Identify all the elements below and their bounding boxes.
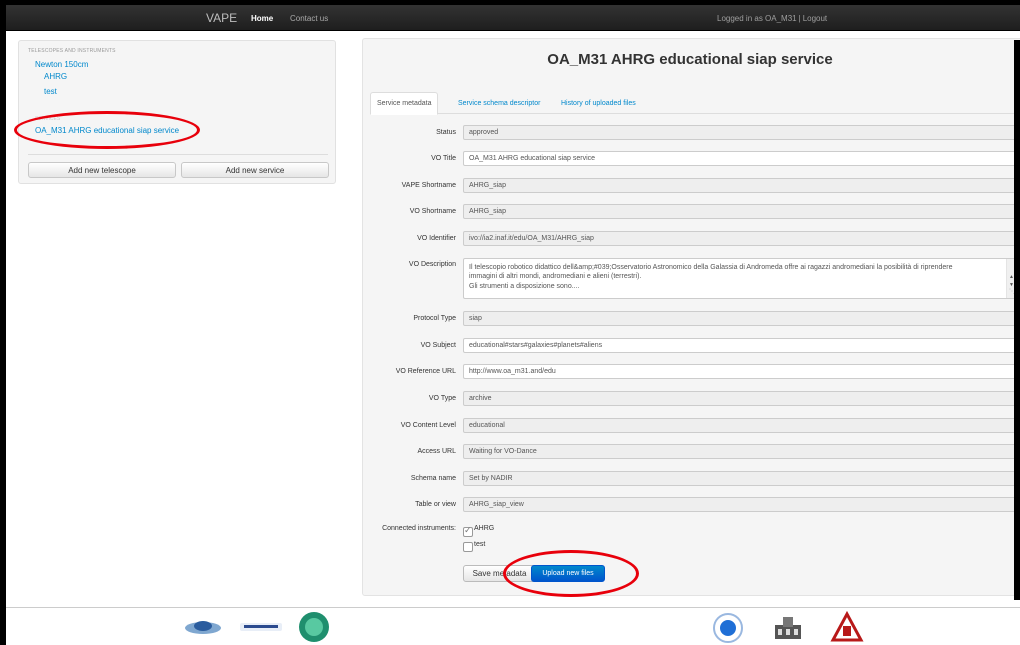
nav-contact[interactable]: Contact us [290,14,328,23]
field-label: VO Content Level [400,422,456,429]
field-label: VO Title [431,155,456,162]
field-label: Access URL [417,448,456,455]
sidebar-header-services: SERVICES [35,116,61,122]
field-label: Status [436,129,456,136]
instrument-checkbox-ahrg[interactable] [463,525,473,537]
window-frame-left [0,0,6,645]
sidebar-header-telescopes: TELESCOPES AND INSTRUMENTS [28,48,116,54]
instrument-label: AHRG [474,525,495,532]
obs-logo-icon [299,612,329,642]
brand-logo[interactable]: VAPE [206,11,237,25]
status-field: approved [463,125,1017,140]
vo-identifier-field: ivo://ia2.inaf.it/edu/OA_M31/AHRG_siap [463,231,1017,246]
instrument-checkbox-test[interactable] [463,542,473,552]
separator: | [798,14,801,23]
sidebar-item-service[interactable]: OA_M31 AHRG educational siap service [35,126,179,135]
tab-service-metadata[interactable]: Service metadata [370,92,439,115]
sidebar: TELESCOPES AND INSTRUMENTS Newton 150cm … [18,40,336,184]
schema-name-field: Set by NADIR [463,471,1017,486]
field-label: VO Type [428,395,456,402]
tab-upload-history[interactable]: History of uploaded files [555,92,642,114]
field-label: Schema name [410,475,456,482]
sidebar-divider [28,154,328,155]
euro-vo-logo-icon [240,623,282,631]
protocol-type-field: siap [463,311,1017,326]
instrument-label: test [474,541,486,548]
field-label: VO Shortname [409,208,456,215]
description-line: Gli strumenti a disposizione sono.... [469,282,580,290]
field-label: VO Reference URL [395,368,456,375]
logout-link[interactable]: Logout [803,14,827,23]
upload-files-button[interactable]: Upload new files [531,565,605,582]
vo-reference-url-input[interactable]: http://www.oa_m31.and/edu [463,364,1017,379]
vo-subject-input[interactable]: educational#stars#galaxies#planets#alien… [463,338,1017,353]
vo-description-textarea[interactable]: Il telescopio robotico didattico dell&am… [463,258,1017,299]
agency-logo-icon [185,621,221,634]
vo-title-input[interactable]: OA_M31 AHRG educational siap service [463,151,1017,166]
vo-shortname-field: AHRG_siap [463,204,1017,219]
add-service-button[interactable]: Add new service [181,162,329,178]
field-label: VO Subject [420,342,456,349]
table-or-view-field: AHRG_siap_view [463,497,1017,512]
ia2-logo-icon [830,610,864,642]
sidebar-item-instrument[interactable]: test [44,87,57,96]
field-label: VO Description [408,261,456,268]
add-telescope-button[interactable]: Add new telescope [28,162,176,178]
page-title: OA_M31 AHRG educational siap service [547,51,833,68]
vo-type-field: archive [463,391,1017,406]
sidebar-item-telescope[interactable]: Newton 150cm [35,60,88,69]
logged-in-text: Logged in as OA_M31 [717,14,797,23]
access-url-field: Waiting for VO-Dance [463,444,1017,459]
vo-content-level-field: educational [463,418,1017,433]
vape-shortname-field: AHRG_siap [463,178,1017,193]
top-navbar: VAPE Home Contact us Logged in as OA_M31… [6,5,1020,31]
field-label: Protocol Type [413,315,456,322]
sidebar-item-instrument[interactable]: AHRG [44,72,67,81]
tab-bar: Service metadata Service schema descript… [370,92,1018,115]
field-label: Table or view [415,501,456,508]
connected-instruments-label: Connected instruments: [382,525,456,532]
main-panel: OA_M31 AHRG educational siap service Ser… [362,38,1020,596]
field-label: VO Identifier [417,235,456,242]
field-label: VAPE Shortname [401,182,456,189]
inaf-logo-icon [713,613,743,643]
nav-home[interactable]: Home [251,14,273,23]
description-line: Il telescopio robotico didattico dell&am… [469,264,953,271]
save-metadata-button[interactable]: Save metadata [463,565,536,582]
tab-schema-descriptor[interactable]: Service schema descriptor [452,92,546,114]
window-frame-right [1014,40,1020,600]
description-line: immagini di altri mondi, andromediani e … [469,273,642,281]
footer [6,607,1020,645]
observatory-building-icon [775,617,801,639]
user-status: Logged in as OA_M31 | Logout [717,14,827,23]
